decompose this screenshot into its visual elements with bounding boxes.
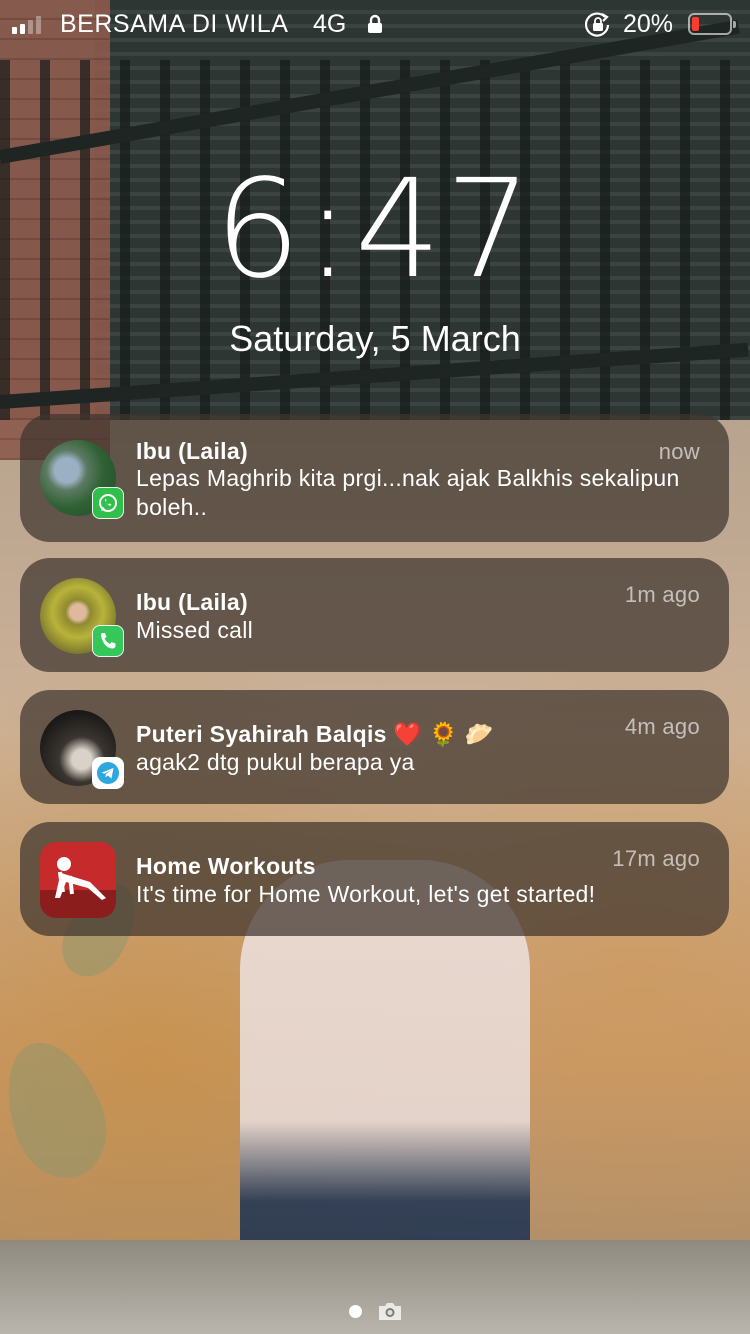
lockscreen-date: Saturday, 5 March	[229, 318, 521, 359]
notification-sender: Puteri Syahirah Balqis ❤️ 🌻 🥟	[136, 721, 494, 747]
telegram-icon	[92, 757, 124, 789]
phone-icon	[92, 625, 124, 657]
lock-icon	[368, 14, 382, 33]
notification-time: 1m ago	[624, 582, 700, 607]
notification-sender: Home Workouts	[136, 853, 316, 879]
page-dot	[349, 1305, 362, 1318]
carrier-name: BERSAMA DI WILA	[60, 10, 289, 38]
notification-sender: Ibu (Laila)	[136, 589, 248, 615]
camera-icon[interactable]	[377, 1300, 403, 1322]
battery-percentage: 20%	[623, 10, 674, 38]
notification-message: Missed call	[136, 617, 254, 643]
wallpaper-ground	[0, 1240, 750, 1334]
notification-time: 4m ago	[624, 714, 700, 739]
notification-whatsapp[interactable]: Ibu (Laila) Lepas Maghrib kita prgi...na…	[20, 414, 729, 542]
lockscreen-clock: 6:47	[214, 151, 536, 309]
notification-telegram[interactable]: Puteri Syahirah Balqis ❤️ 🌻 🥟 agak2 dtg …	[20, 690, 729, 804]
battery-icon	[688, 13, 736, 35]
orientation-lock-icon	[585, 12, 610, 37]
notification-time: now	[658, 439, 700, 464]
status-bar: BERSAMA DI WILA 4G 20%	[0, 0, 750, 50]
signal-bars-icon	[12, 16, 41, 34]
notification-message: agak2 dtg pukul berapa ya	[136, 749, 415, 775]
network-type: 4G	[313, 10, 347, 38]
notification-home-workouts[interactable]: Home Workouts It's time for Home Workout…	[20, 822, 729, 936]
notification-message: Lepas Maghrib kita prgi...nak ajak Balkh…	[136, 465, 680, 520]
notification-sender: Ibu (Laila)	[136, 438, 248, 464]
notification-time: 17m ago	[612, 846, 700, 871]
home-workouts-icon	[40, 842, 116, 918]
battery-level-fill	[692, 17, 699, 31]
notification-missed-call[interactable]: Ibu (Laila) Missed call 1m ago	[20, 558, 729, 672]
notification-message: It's time for Home Workout, let's get st…	[136, 881, 596, 907]
whatsapp-icon	[92, 487, 124, 519]
